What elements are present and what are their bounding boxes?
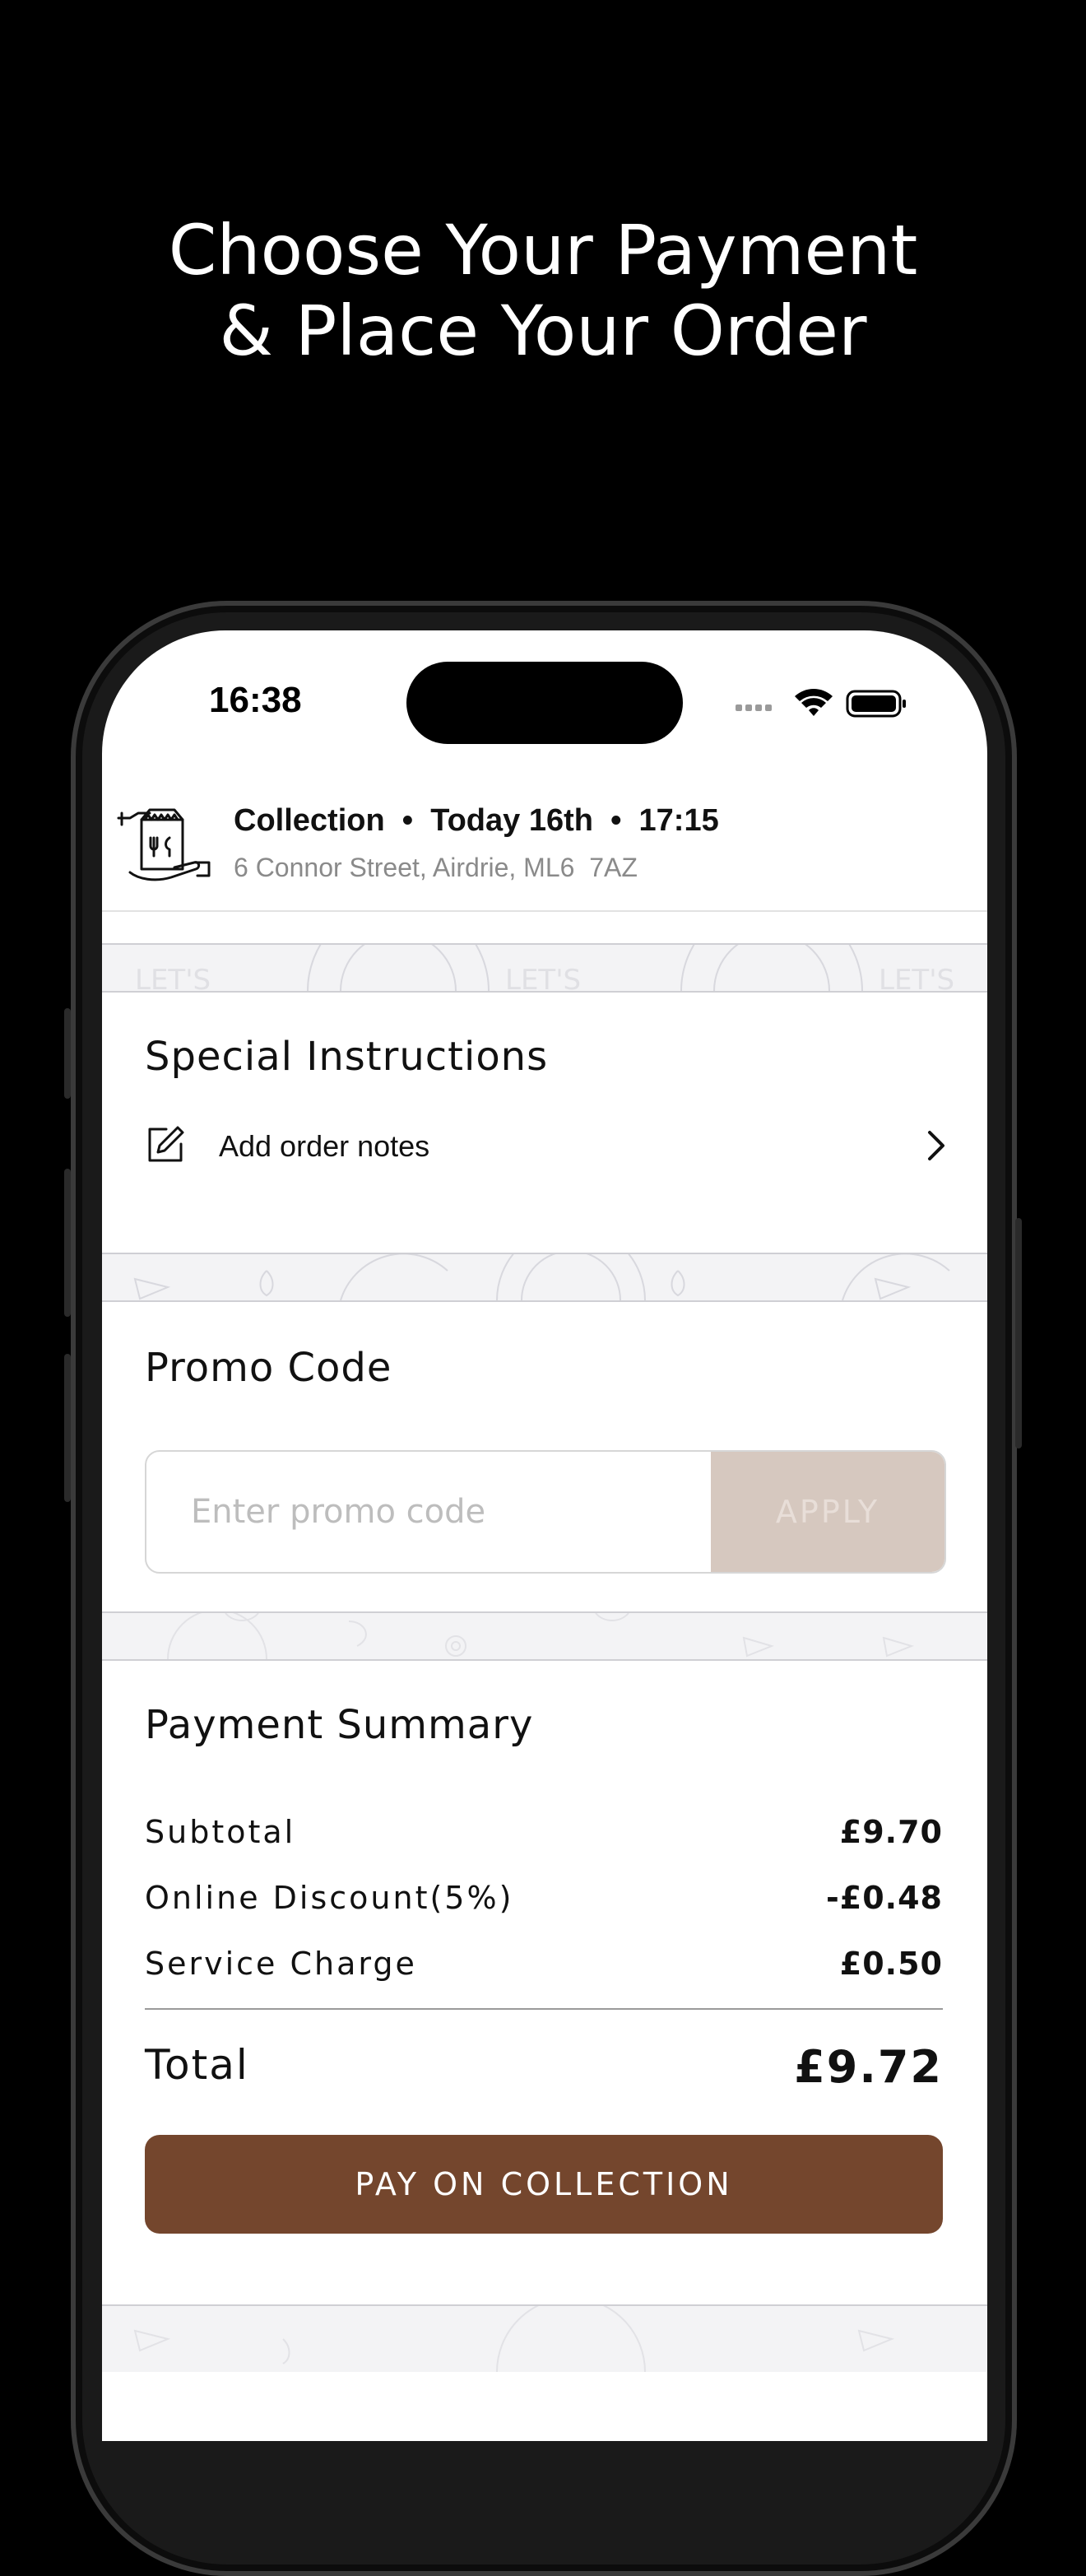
total-label: Total [145,2041,249,2089]
pattern-divider [102,2304,987,2372]
summary-row-label: Subtotal [145,1814,296,1850]
summary-row-label: Online Discount(5%) [145,1880,514,1916]
payment-summary-section: Payment Summary Subtotal £9.70 Online Di… [102,1661,987,2303]
phone-side-button [1015,1218,1022,1448]
apply-promo-button[interactable]: APPLY [711,1452,944,1572]
chevron-right-icon [928,1131,944,1160]
promo-code-box: APPLY [145,1450,946,1574]
collection-bag-icon [117,808,211,881]
summary-row-value: £9.70 [839,1814,943,1850]
svg-text:LET'S: LET'S [879,964,954,991]
summary-row-value: -£0.48 [826,1880,943,1916]
pattern-divider [102,1611,987,1661]
status-icons [736,689,906,718]
headline-line-1: Choose Your Payment [168,210,918,291]
headline-line-2: & Place Your Order [219,291,867,371]
marketing-headline: Choose Your Payment & Place Your Order [0,210,1086,371]
summary-row-service-charge: Service Charge £0.50 [145,1946,943,1987]
pattern-divider: LET'S LET'S LET'S [102,943,987,993]
add-order-notes-label: Add order notes [219,1129,430,1163]
phone-screen: 16:38 Collection • Today 16th • 17:15 6 … [102,630,987,2441]
pattern-divider [102,1253,987,1302]
summary-row-discount: Online Discount(5%) -£0.48 [145,1880,943,1921]
battery-icon [846,690,906,718]
promo-code-title: Promo Code [145,1345,392,1391]
collection-address: 6 Connor Street, Airdrie, ML6 7AZ [234,853,638,882]
signal-icon [736,704,772,711]
payment-summary-title: Payment Summary [145,1702,534,1748]
collection-bar[interactable]: Collection • Today 16th • 17:15 6 Connor… [102,787,987,912]
special-instructions-title: Special Instructions [145,1034,549,1080]
dynamic-island [406,662,683,744]
summary-row-label: Service Charge [145,1946,417,1982]
svg-text:LET'S: LET'S [135,964,211,991]
summary-row-subtotal: Subtotal £9.70 [145,1814,943,1855]
special-instructions-section: Special Instructions Add order notes [102,993,987,1256]
wifi-icon [795,689,833,716]
promo-code-input[interactable] [146,1452,711,1572]
collection-summary: Collection • Today 16th • 17:15 [234,803,719,838]
summary-row-value: £0.50 [839,1946,943,1982]
total-value: £9.72 [794,2041,943,2093]
edit-icon [148,1126,184,1162]
svg-text:LET'S: LET'S [505,964,581,991]
summary-divider [145,2008,943,2010]
add-order-notes-row[interactable]: Add order notes [145,1124,951,1170]
promo-code-section: Promo Code APPLY [102,1302,987,1615]
pay-on-collection-button[interactable]: PAY ON COLLECTION [145,2135,943,2234]
phone-side-button [64,1008,71,1099]
status-time: 16:38 [209,680,302,720]
phone-side-button [64,1169,71,1317]
summary-total-row: Total £9.72 [145,2041,943,2099]
phone-side-button [64,1354,71,1502]
